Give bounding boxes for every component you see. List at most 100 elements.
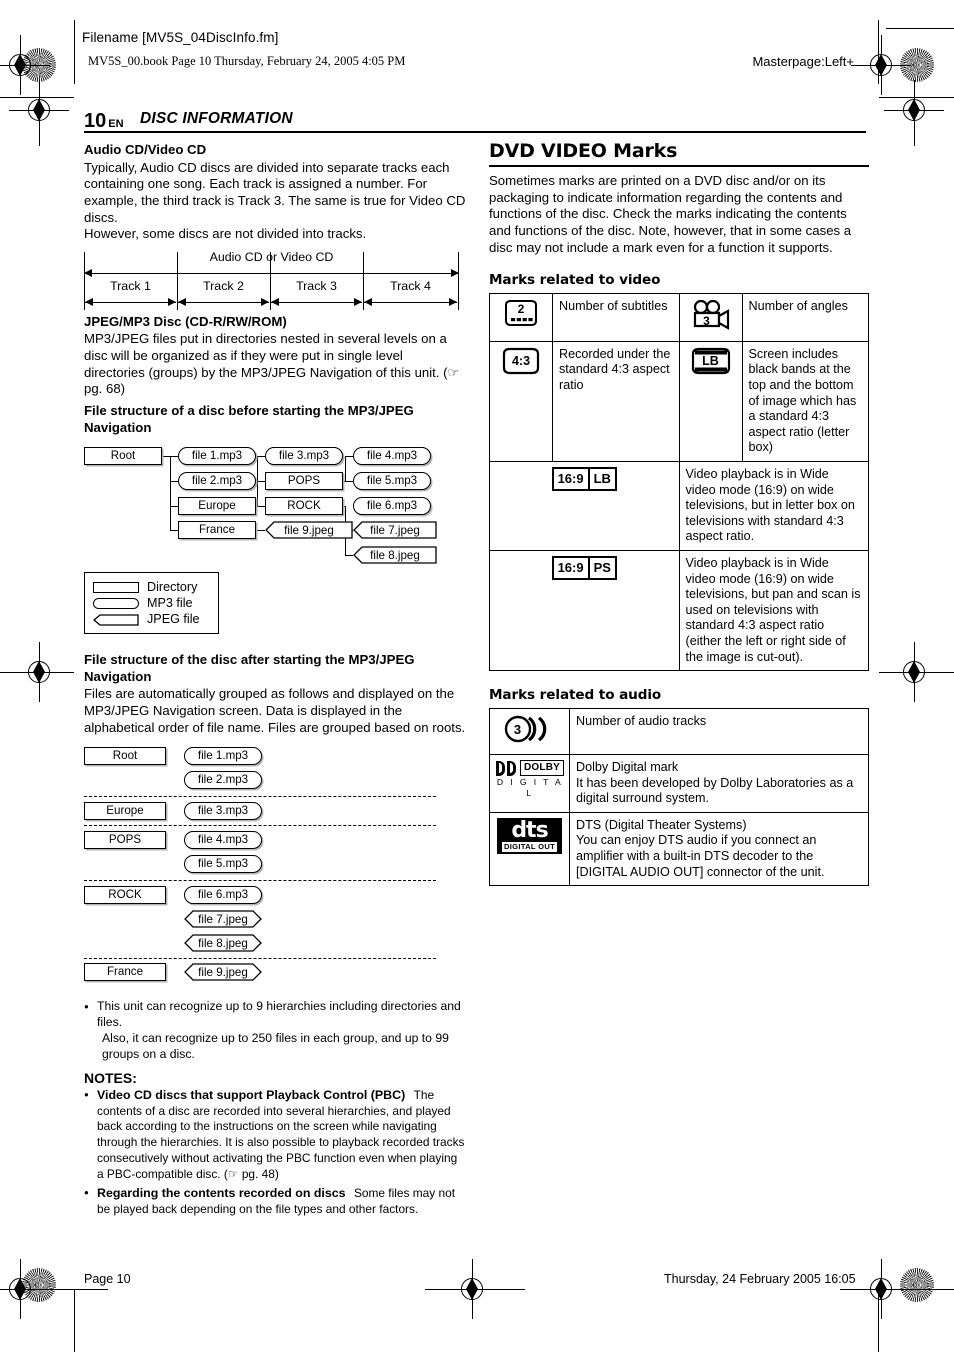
tree-node-mp3: file 5.mp3 bbox=[353, 472, 431, 491]
heading-structure-before: File structure of a disc before starting… bbox=[84, 402, 414, 435]
dts-digital-out-label: DIGITAL OUT bbox=[501, 842, 558, 852]
tree-node-jpeg: file 7.jpeg bbox=[353, 521, 437, 539]
video-marks-table: 2 Number of subtitles 3 Number of angles… bbox=[489, 293, 869, 672]
tree-node-mp3: file 2.mp3 bbox=[178, 472, 256, 491]
tree-connector bbox=[257, 456, 265, 458]
pointing-hand-icon: ☞ bbox=[447, 364, 460, 380]
tree-node-mp3: file 3.mp3 bbox=[184, 802, 262, 821]
track-span-arrow bbox=[84, 268, 459, 279]
tree-node-label: file 5.mp3 bbox=[197, 857, 249, 871]
tree-node-mp3: file 5.mp3 bbox=[184, 855, 262, 874]
footer-page-label: Page 10 bbox=[84, 1272, 131, 1286]
cell-subtitles-icon: 2 bbox=[489, 293, 553, 342]
legend-row-mp3: MP3 file bbox=[93, 595, 210, 611]
tree-node-label: file 3.mp3 bbox=[197, 804, 249, 818]
tree-node-label: file 8.jpeg bbox=[198, 936, 248, 950]
audio-track-count: 3 bbox=[513, 722, 522, 738]
page-language: EN bbox=[108, 118, 124, 130]
dolby-label: DOLBY bbox=[520, 759, 564, 777]
tree-node-jpeg: file 8.jpeg bbox=[184, 934, 262, 952]
cell-letterbox-icon: LB bbox=[678, 340, 743, 463]
note-pbc-title: Video CD discs that support Playback Con… bbox=[97, 1087, 406, 1102]
dolby-double-d-icon bbox=[496, 760, 516, 776]
tree-node-jpeg: file 7.jpeg bbox=[184, 910, 262, 928]
tree-node-mp3: file 4.mp3 bbox=[353, 447, 431, 466]
audio-marks-table: 3 Number of audio tracks DOLBY D I G I T… bbox=[489, 708, 869, 887]
subtitles-mark-icon: 2 bbox=[502, 299, 540, 329]
tree-node-label: France bbox=[198, 523, 236, 537]
tree-node-jpeg: file 8.jpeg bbox=[353, 546, 437, 564]
tree-node-label: file 1.mp3 bbox=[191, 449, 243, 463]
note-pbc-ref: pg. 48) bbox=[238, 1166, 279, 1181]
crop-line-left-upper bbox=[0, 97, 74, 99]
tree-node-label: file 5.mp3 bbox=[366, 474, 418, 488]
aspect-ratio-value: 4:3 bbox=[511, 353, 531, 368]
legend-row-directory: Directory bbox=[93, 579, 210, 595]
dts-digital-out-mark-icon: dts DIGITAL OUT bbox=[496, 817, 563, 854]
text-audio-cd-1: Typically, Audio CD discs are divided in… bbox=[84, 159, 466, 225]
track-arrow bbox=[364, 297, 457, 308]
crop-line-topright-edge bbox=[886, 28, 954, 30]
tree-group-divider bbox=[84, 796, 436, 798]
tree-node-label: file 9.jpeg bbox=[198, 965, 248, 979]
crop-line-bottom-right-v bbox=[878, 1290, 880, 1352]
track-arrow bbox=[178, 297, 269, 308]
crop-line-right-middle bbox=[879, 672, 954, 674]
tree-node-label: file 4.mp3 bbox=[197, 833, 249, 847]
tree-group-divider bbox=[84, 958, 436, 960]
bullet-text-1: This unit can recognize up to 9 hierarch… bbox=[97, 999, 461, 1030]
letterbox-mark-icon: LB bbox=[690, 347, 732, 375]
text-dvd-marks-intro: Sometimes marks are printed on a DVD dis… bbox=[489, 173, 852, 255]
tree-node-label: file 9.jpeg bbox=[284, 523, 334, 537]
tree-connector bbox=[345, 456, 353, 458]
track-label: Track 3 bbox=[296, 278, 337, 293]
footer-timestamp: Thursday, 24 February 2005 16:05 bbox=[664, 1272, 856, 1286]
note-contents: Regarding the contents recorded on discs… bbox=[84, 1185, 466, 1218]
tree-node-label: file 8.jpeg bbox=[370, 548, 420, 562]
tree-node-label: file 3.mp3 bbox=[278, 449, 330, 463]
table-row: 4:3 Recorded under the standard 4:3 aspe… bbox=[489, 340, 869, 463]
crop-line-left-top bbox=[74, 20, 76, 84]
tree-node-directory: Root bbox=[84, 447, 162, 466]
tree-node-mp3: file 4.mp3 bbox=[184, 831, 262, 850]
crop-line-bottom-left-v bbox=[74, 1290, 76, 1352]
tree-node-mp3: file 6.mp3 bbox=[353, 497, 431, 516]
tree-node-mp3: file 2.mp3 bbox=[184, 771, 262, 790]
ratio-16-9-label: 16:9 bbox=[557, 560, 584, 576]
note-pbc: Video CD discs that support Playback Con… bbox=[84, 1087, 466, 1183]
tree-node-mp3: file 6.mp3 bbox=[184, 886, 262, 905]
left-column: Audio CD/Video CD Typically, Audio CD di… bbox=[84, 142, 466, 1218]
tree-legend: Directory MP3 file JPEG file bbox=[84, 572, 219, 635]
note-contents-title: Regarding the contents recorded on discs bbox=[97, 1185, 346, 1200]
chapter-title: DISC INFORMATION bbox=[140, 110, 293, 127]
page-number-value: 10 bbox=[84, 110, 107, 132]
right-column: DVD VIDEO Marks Sometimes marks are prin… bbox=[489, 140, 869, 887]
mp3-shape-icon bbox=[93, 597, 139, 609]
table-row: DOLBY D I G I T A L Dolby Digital mark I… bbox=[489, 753, 869, 813]
cell-angles-text: Number of angles bbox=[741, 293, 869, 342]
tree-node-label: POPS bbox=[108, 833, 142, 847]
table-row: dts DIGITAL OUT DTS (Digital Theater Sys… bbox=[489, 811, 869, 887]
tree-connector bbox=[170, 530, 178, 532]
tree-node-directory: POPS bbox=[84, 831, 166, 850]
track-label: Track 4 bbox=[390, 278, 431, 293]
table-row: 3 Number of audio tracks bbox=[489, 708, 869, 755]
tree-node-label: file 6.mp3 bbox=[197, 888, 249, 902]
file-structure-before-diagram: Root file 1.mp3 file 2.mp3 Europe France… bbox=[84, 442, 464, 564]
bullet-hierarchy-limits: This unit can recognize up to 9 hierarch… bbox=[84, 999, 466, 1062]
cell-audio-tracks-icon: 3 bbox=[489, 708, 570, 755]
tree-node-label: file 2.mp3 bbox=[191, 474, 243, 488]
table-row: 16:9 PS Video playback is in Wide video … bbox=[489, 550, 869, 672]
tree-group-divider bbox=[84, 880, 436, 882]
cell-dts-icon: dts DIGITAL OUT bbox=[489, 811, 570, 887]
tree-node-jpeg: file 9.jpeg bbox=[184, 963, 262, 981]
crop-line-bottom-right bbox=[840, 1289, 954, 1291]
audio-tracks-mark-icon: 3 bbox=[503, 714, 557, 744]
angles-count: 3 bbox=[703, 314, 710, 329]
audio-cd-track-figure: Audio CD or Video CD Track 1 Track 2 Tra… bbox=[84, 249, 459, 310]
text-jpeg-mp3-disc: MP3/JPEG files put in directories nested… bbox=[84, 331, 466, 398]
cell-aspect43-text: Recorded under the standard 4:3 aspect r… bbox=[552, 340, 680, 463]
letterbox-value: LB bbox=[702, 353, 719, 368]
tree-node-label: file 2.mp3 bbox=[197, 773, 249, 787]
track-figure-caption: Audio CD or Video CD bbox=[209, 249, 334, 264]
